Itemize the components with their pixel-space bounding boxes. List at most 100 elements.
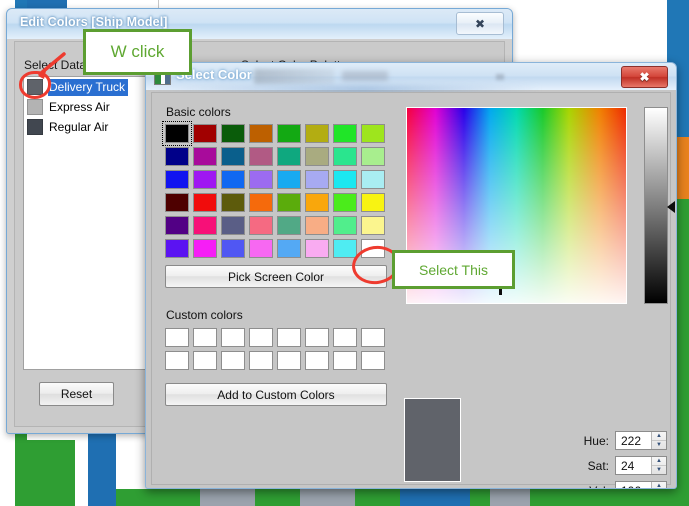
basic-color-swatch[interactable] [361, 193, 385, 212]
basic-color-swatch[interactable] [305, 170, 329, 189]
hue-input[interactable]: 222 ▲ ▼ [615, 431, 667, 450]
basic-color-swatch[interactable] [193, 170, 217, 189]
basic-colors-label: Basic colors [166, 105, 231, 119]
custom-color-swatch[interactable] [221, 328, 245, 347]
background-bottom-tile [200, 489, 255, 506]
color-preview-swatch [404, 398, 461, 482]
basic-color-swatch[interactable] [249, 147, 273, 166]
basic-color-swatch[interactable] [193, 239, 217, 258]
basic-color-swatch[interactable] [249, 124, 273, 143]
basic-color-swatch[interactable] [361, 124, 385, 143]
basic-color-swatch[interactable] [249, 216, 273, 235]
custom-colors-grid[interactable] [165, 328, 385, 370]
basic-color-swatch[interactable] [165, 147, 189, 166]
custom-color-swatch[interactable] [249, 328, 273, 347]
val-input[interactable]: 106 ▲ ▼ [615, 481, 667, 488]
value-slider[interactable] [644, 107, 668, 304]
edit-colors-title: Edit Colors [Ship Model] [20, 15, 168, 29]
basic-color-swatch[interactable] [361, 216, 385, 235]
basic-color-swatch[interactable] [277, 193, 301, 212]
val-stepper[interactable]: ▲ ▼ [651, 482, 666, 488]
spin-down-icon[interactable]: ▼ [652, 441, 666, 449]
spin-up-icon[interactable]: ▲ [652, 482, 666, 488]
sat-label: Sat: [587, 458, 609, 473]
blurred-title-artifact [342, 71, 388, 81]
basic-color-swatch[interactable] [277, 239, 301, 258]
custom-color-swatch[interactable] [193, 328, 217, 347]
basic-color-swatch[interactable] [221, 239, 245, 258]
custom-color-swatch[interactable] [333, 351, 357, 370]
custom-color-swatch[interactable] [249, 351, 273, 370]
val-label: Val: [565, 484, 609, 489]
series-color-swatch[interactable] [27, 99, 43, 115]
list-item-label: Express Air [49, 99, 110, 114]
custom-color-swatch[interactable] [165, 328, 189, 347]
custom-color-swatch[interactable] [165, 351, 189, 370]
custom-color-swatch[interactable] [361, 328, 385, 347]
basic-color-swatch[interactable] [333, 216, 357, 235]
close-icon[interactable]: ✖ [621, 66, 668, 88]
series-color-swatch[interactable] [27, 119, 43, 135]
hue-label: Hue: [583, 433, 609, 448]
custom-color-swatch[interactable] [333, 328, 357, 347]
add-to-custom-colors-button[interactable]: Add to Custom Colors [165, 383, 387, 406]
basic-color-swatch[interactable] [305, 239, 329, 258]
sat-stepper[interactable]: ▲ ▼ [651, 457, 666, 474]
basic-color-swatch[interactable] [333, 170, 357, 189]
basic-color-swatch[interactable] [333, 239, 357, 258]
basic-color-swatch[interactable] [193, 147, 217, 166]
basic-color-swatch[interactable] [277, 147, 301, 166]
basic-color-swatch[interactable] [305, 147, 329, 166]
custom-color-swatch[interactable] [193, 351, 217, 370]
basic-color-swatch[interactable] [165, 170, 189, 189]
basic-color-swatch[interactable] [193, 124, 217, 143]
list-item-label: Delivery Truck [48, 78, 129, 96]
basic-color-swatch[interactable] [305, 216, 329, 235]
custom-color-swatch[interactable] [277, 328, 301, 347]
annotation-arrow-icon [38, 52, 66, 79]
basic-color-swatch[interactable] [221, 147, 245, 166]
sat-input[interactable]: 24 ▲ ▼ [615, 456, 667, 475]
basic-color-swatch[interactable] [277, 216, 301, 235]
basic-color-swatch[interactable] [249, 170, 273, 189]
basic-colors-grid[interactable] [162, 121, 385, 258]
basic-color-swatch[interactable] [193, 216, 217, 235]
custom-color-swatch[interactable] [305, 328, 329, 347]
basic-color-swatch[interactable] [162, 121, 192, 146]
list-item[interactable]: Regular Air [24, 117, 146, 137]
basic-color-swatch[interactable] [333, 193, 357, 212]
spin-up-icon[interactable]: ▲ [652, 432, 666, 441]
spin-up-icon[interactable]: ▲ [652, 457, 666, 466]
basic-color-swatch[interactable] [193, 193, 217, 212]
reset-button[interactable]: Reset [39, 382, 114, 406]
basic-color-swatch[interactable] [221, 216, 245, 235]
custom-color-swatch[interactable] [361, 351, 385, 370]
select-color-titlebar[interactable]: Select Color ✖ [146, 63, 676, 94]
basic-color-swatch[interactable] [165, 216, 189, 235]
basic-color-swatch[interactable] [305, 124, 329, 143]
basic-color-swatch[interactable] [221, 124, 245, 143]
basic-color-swatch[interactable] [221, 170, 245, 189]
data-series-listbox[interactable]: Delivery Truck Express Air Regular Air [23, 76, 147, 370]
basic-color-swatch[interactable] [249, 193, 273, 212]
basic-color-swatch[interactable] [277, 170, 301, 189]
basic-color-swatch[interactable] [361, 147, 385, 166]
basic-color-swatch[interactable] [249, 239, 273, 258]
custom-color-swatch[interactable] [277, 351, 301, 370]
basic-color-swatch[interactable] [305, 193, 329, 212]
background-bottom-tile [300, 489, 355, 506]
value-slider-handle-icon[interactable] [667, 201, 675, 213]
basic-color-swatch[interactable] [165, 239, 189, 258]
basic-color-swatch[interactable] [333, 147, 357, 166]
basic-color-swatch[interactable] [333, 124, 357, 143]
custom-color-swatch[interactable] [221, 351, 245, 370]
spin-down-icon[interactable]: ▼ [652, 466, 666, 474]
basic-color-swatch[interactable] [221, 193, 245, 212]
basic-color-swatch[interactable] [361, 170, 385, 189]
basic-color-swatch[interactable] [165, 193, 189, 212]
hue-stepper[interactable]: ▲ ▼ [651, 432, 666, 449]
basic-color-swatch[interactable] [277, 124, 301, 143]
custom-color-swatch[interactable] [305, 351, 329, 370]
list-item[interactable]: Express Air [24, 97, 146, 117]
close-icon[interactable]: ✖ [456, 12, 504, 35]
